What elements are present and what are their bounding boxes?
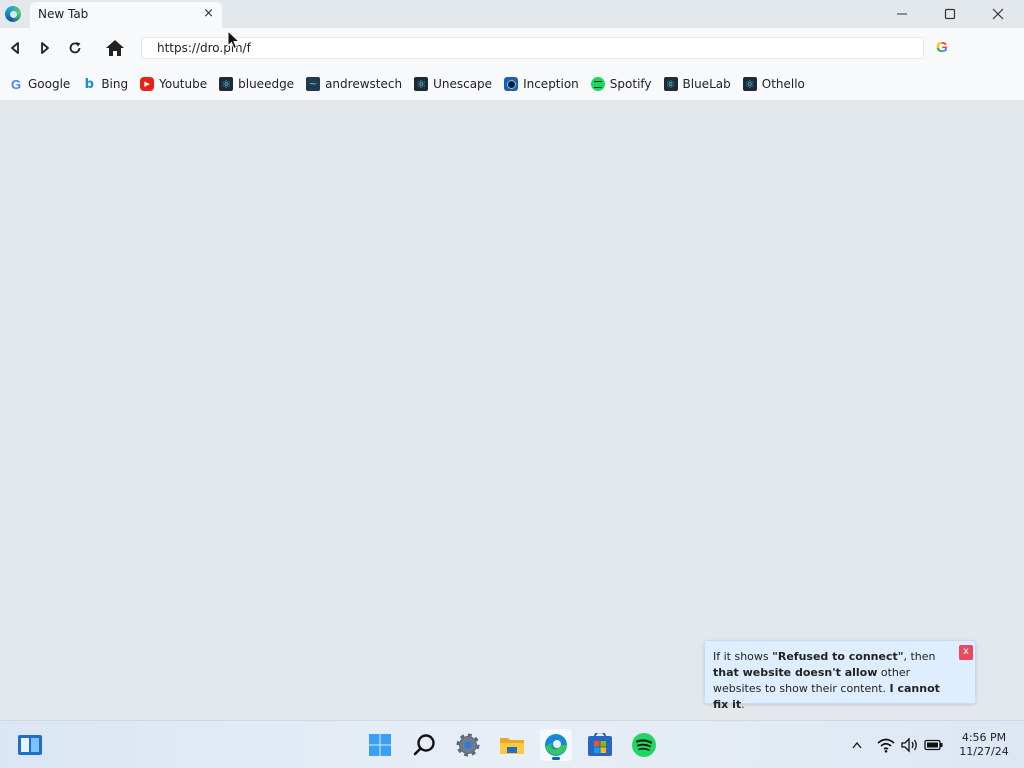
file-explorer-button[interactable] [496,729,528,761]
file-explorer-icon [500,738,524,754]
battery-icon [924,739,943,751]
store-icon [588,733,612,756]
bookmarks-bar: G Google b Bing ▶ Youtube ⚛ blueedge ~ a… [0,68,1024,100]
page-content [0,100,1024,720]
react-icon: ⚛ [742,77,757,91]
bookmark-andrewstech[interactable]: ~ andrewstech [306,77,402,91]
notice-close-button[interactable]: x [959,645,973,660]
bookmark-label: BlueLab [682,77,731,91]
bookmark-label: Bing [101,77,129,91]
home-button[interactable] [103,36,127,60]
refused-connect-notice: If it shows "Refused to connect", then t… [704,640,976,711]
volume-icon [901,737,917,753]
bookmark-label: Unescape [433,77,493,91]
spotify-button[interactable] [628,729,660,761]
search-icon [413,734,435,756]
taskbar: 4:56 PM 11/27/24 [0,720,1024,768]
minimize-button[interactable] [878,0,926,28]
bookmark-youtube[interactable]: ▶ Youtube [140,77,207,91]
widgets-button[interactable] [14,729,46,761]
back-button[interactable] [3,36,27,60]
chevron-up-icon [852,741,862,749]
mouse-cursor-icon [227,30,241,50]
bookmark-spotify[interactable]: Spotify [590,77,652,91]
notice-bold-text: that website doesn't allow [713,666,878,679]
settings-icon [456,733,480,757]
notice-bold-text: "Refused to connect" [772,650,904,663]
google-icon: G [10,76,22,92]
tab-title: New Tab [38,7,89,21]
back-icon [11,42,19,54]
address-input[interactable] [157,40,917,56]
edge-icon [545,734,567,756]
address-bar[interactable] [141,37,924,59]
maximize-button[interactable] [926,0,974,28]
edge-button[interactable] [540,729,572,761]
inception-icon [504,77,519,91]
notice-text: , then [903,650,936,663]
bing-icon: b [84,76,94,92]
clock-time: 4:56 PM [961,731,1007,744]
home-icon [106,40,124,56]
bookmark-othello[interactable]: ⚛ Othello [742,77,805,91]
store-button[interactable] [584,729,616,761]
wifi-icon [877,738,895,753]
battery-button[interactable] [924,735,944,755]
title-bar: New Tab × [0,0,1024,28]
show-hidden-icons-button[interactable] [847,735,867,755]
bookmark-label: andrewstech [325,77,403,91]
start-icon [369,734,391,756]
close-button[interactable] [974,0,1022,28]
spotify-icon [590,77,605,91]
minimize-icon [897,13,907,15]
bookmark-label: Inception [523,77,579,91]
bookmark-label: Google [28,77,71,91]
forward-button[interactable] [33,36,57,60]
bookmark-bing[interactable]: b Bing [82,76,129,92]
bookmark-label: Youtube [159,77,208,91]
bookmark-label: Othello [761,77,805,91]
settings-button[interactable] [452,729,484,761]
spotify-icon [632,733,656,757]
bookmark-bluelab[interactable]: ⚛ BlueLab [663,77,731,91]
tab-close-icon[interactable]: × [203,6,214,21]
wifi-button[interactable] [876,735,896,755]
bookmark-label: Spotify [609,77,652,91]
close-icon [992,8,1004,20]
reload-icon [69,42,81,54]
bookmark-unescape[interactable]: ⚛ Unescape [414,77,492,91]
forward-icon [41,42,49,54]
taskbar-clock[interactable]: 4:56 PM 11/27/24 [952,731,1016,759]
notice-text: If it shows [713,650,773,663]
notice-text: . [741,698,745,711]
reload-button[interactable] [63,36,87,60]
react-icon: ⚛ [219,77,234,91]
search-button[interactable] [409,729,441,761]
clock-date: 11/27/24 [959,745,1009,758]
start-button[interactable] [364,729,396,761]
react-icon: ⚛ [663,77,678,91]
react-icon: ⚛ [414,77,429,91]
browser-toolbar: G [0,28,1024,68]
volume-button[interactable] [900,735,920,755]
bookmark-inception[interactable]: Inception [504,77,579,91]
tab-new-tab[interactable]: New Tab × [30,2,222,28]
andrewstech-icon: ~ [306,77,321,91]
bookmark-blueedge[interactable]: ⚛ blueedge [219,77,294,91]
bookmark-label: blueedge [238,77,295,91]
maximize-icon [944,8,956,20]
edge-logo-icon [5,6,21,22]
google-search-icon[interactable]: G [933,39,951,57]
widgets-icon [18,735,42,755]
bookmark-google[interactable]: G Google [9,76,71,92]
youtube-icon: ▶ [140,77,155,91]
